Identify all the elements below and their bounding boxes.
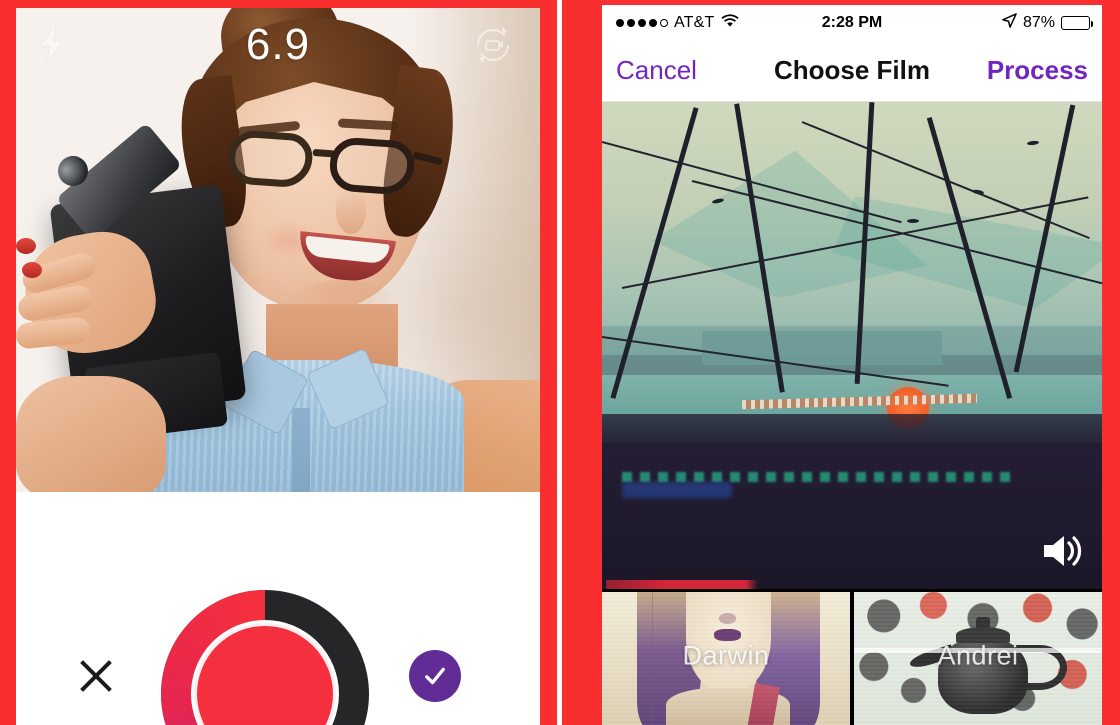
preview-foreground xyxy=(602,413,1102,589)
choose-film-screen: AT&T 2:28 PM 87% Cancel Choose Film Proc… xyxy=(602,5,1102,725)
glasses-lens-left xyxy=(226,129,314,189)
red-leak-bar xyxy=(606,580,758,589)
preview-building xyxy=(702,330,942,365)
battery-percent-label: 87% xyxy=(1022,13,1055,31)
preview-glitch-blue xyxy=(622,481,732,498)
preview-bird xyxy=(907,218,919,223)
glasses-lens-right xyxy=(328,136,416,196)
battery-icon xyxy=(1061,15,1093,30)
record-button[interactable] xyxy=(161,590,369,725)
film-thumbnail-andrei[interactable]: Andrei xyxy=(854,592,1102,725)
subject-teeth xyxy=(304,235,390,265)
shirt-placket xyxy=(292,408,310,492)
subject-hand-lower xyxy=(16,376,166,492)
subject-fingernail xyxy=(22,262,42,278)
camera-hud: 6.9 xyxy=(16,8,540,104)
capture-timer-value: 6.9 xyxy=(245,20,311,69)
camera-controls-bar xyxy=(16,492,540,725)
film-thumbnail-strip: Darwin Andrei xyxy=(602,589,1102,725)
close-x-icon[interactable] xyxy=(70,650,122,702)
page-title: Choose Film xyxy=(773,55,930,85)
navigation-bar: Cancel Choose Film Process xyxy=(602,40,1102,102)
screenshot-root: 6.9 AT&T 2:28 PM 87% Cancel Choose Film … xyxy=(0,0,1120,725)
film-preview[interactable] xyxy=(602,102,1102,589)
speaker-on-icon[interactable] xyxy=(1040,531,1084,571)
subject-fingernail xyxy=(16,238,36,254)
film-thumbnail-darwin[interactable]: Darwin xyxy=(602,592,850,725)
location-arrow-icon xyxy=(1002,12,1017,33)
confirm-check-button[interactable] xyxy=(409,650,461,702)
right-phone-frame: AT&T 2:28 PM 87% Cancel Choose Film Proc… xyxy=(562,0,1120,725)
camera-flip-icon[interactable] xyxy=(470,22,516,68)
camera-capture-screen: 6.9 xyxy=(16,8,540,725)
status-bar-right: 87% xyxy=(1002,12,1093,33)
left-phone-frame: 6.9 xyxy=(0,0,557,725)
subject-nose xyxy=(336,190,366,234)
film-name-label: Darwin xyxy=(682,640,770,671)
camera-viewfinder[interactable]: 6.9 xyxy=(16,8,540,492)
ios-status-bar: AT&T 2:28 PM 87% xyxy=(602,5,1102,40)
preview-glitch-green xyxy=(622,472,1012,483)
film-name-label: Andrei xyxy=(937,640,1019,671)
